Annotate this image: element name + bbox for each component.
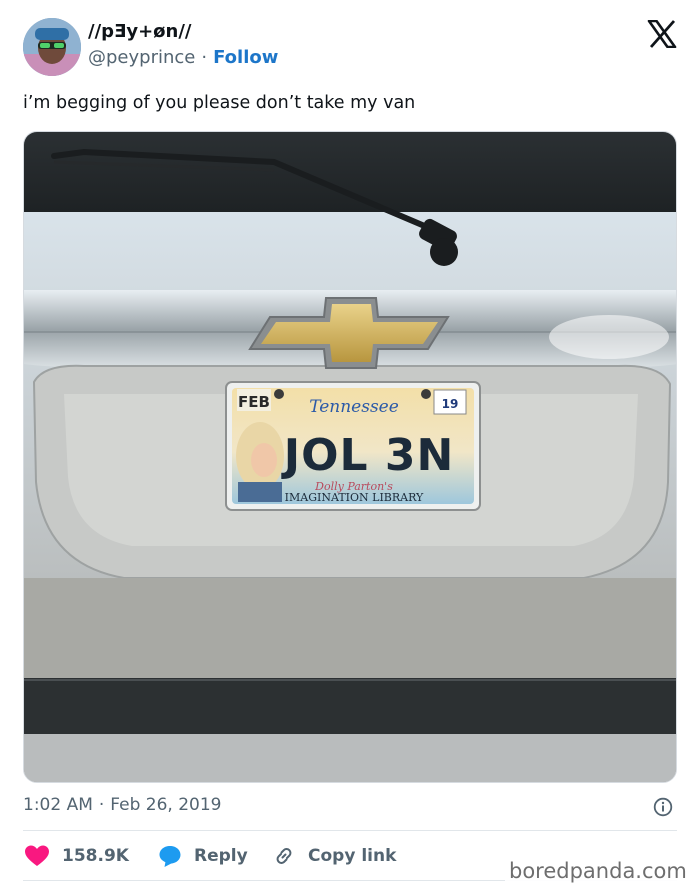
reply-bubble-icon — [159, 846, 181, 867]
tweet-timestamp[interactable]: 1:02 AM · Feb 26, 2019 — [23, 795, 222, 815]
timestamp-separator: · — [98, 795, 105, 815]
tweet-photo[interactable]: FEB 19 Tennessee JOL 3N Dolly Parton's I… — [23, 131, 677, 783]
display-name[interactable]: //pƎy+øn// — [88, 21, 191, 42]
tweet-date: Feb 26, 2019 — [110, 795, 222, 815]
user-handle[interactable]: @peyprince — [88, 47, 195, 68]
plate-state: Tennessee — [309, 397, 399, 417]
copy-link-label: Copy link — [308, 846, 397, 866]
tweet-card: //pƎy+øn// @peyprince · Follow i’m begging… — [0, 0, 700, 896]
like-button[interactable]: 158.9K — [24, 842, 129, 870]
x-logo-icon[interactable] — [647, 20, 677, 48]
reply-button[interactable]: Reply — [158, 842, 248, 870]
divider — [23, 830, 677, 831]
plate-month: FEB — [238, 393, 270, 411]
watermark: boredpanda.com — [505, 859, 691, 883]
separator-dot: · — [201, 47, 208, 68]
copy-link-button[interactable]: Copy link — [272, 842, 396, 870]
reply-label: Reply — [194, 846, 248, 866]
info-icon[interactable] — [653, 797, 673, 817]
heart-icon — [25, 845, 49, 866]
tweet-time: 1:02 AM — [23, 795, 93, 815]
plate-sponsor-name: IMAGINATION LIBRARY — [285, 491, 424, 504]
like-count: 158.9K — [62, 846, 129, 866]
van-photo: FEB 19 Tennessee JOL 3N Dolly Parton's I… — [24, 132, 676, 782]
follow-button[interactable]: Follow — [213, 47, 278, 68]
avatar-photo — [23, 18, 81, 76]
link-icon — [276, 848, 292, 864]
tweet-text: i’m begging of you please don’t take my … — [23, 93, 416, 113]
avatar[interactable] — [23, 18, 81, 76]
handle-row: @peyprince · Follow — [88, 47, 278, 68]
plate-year: 19 — [442, 397, 459, 411]
plate-number: JOL 3N — [281, 430, 455, 481]
